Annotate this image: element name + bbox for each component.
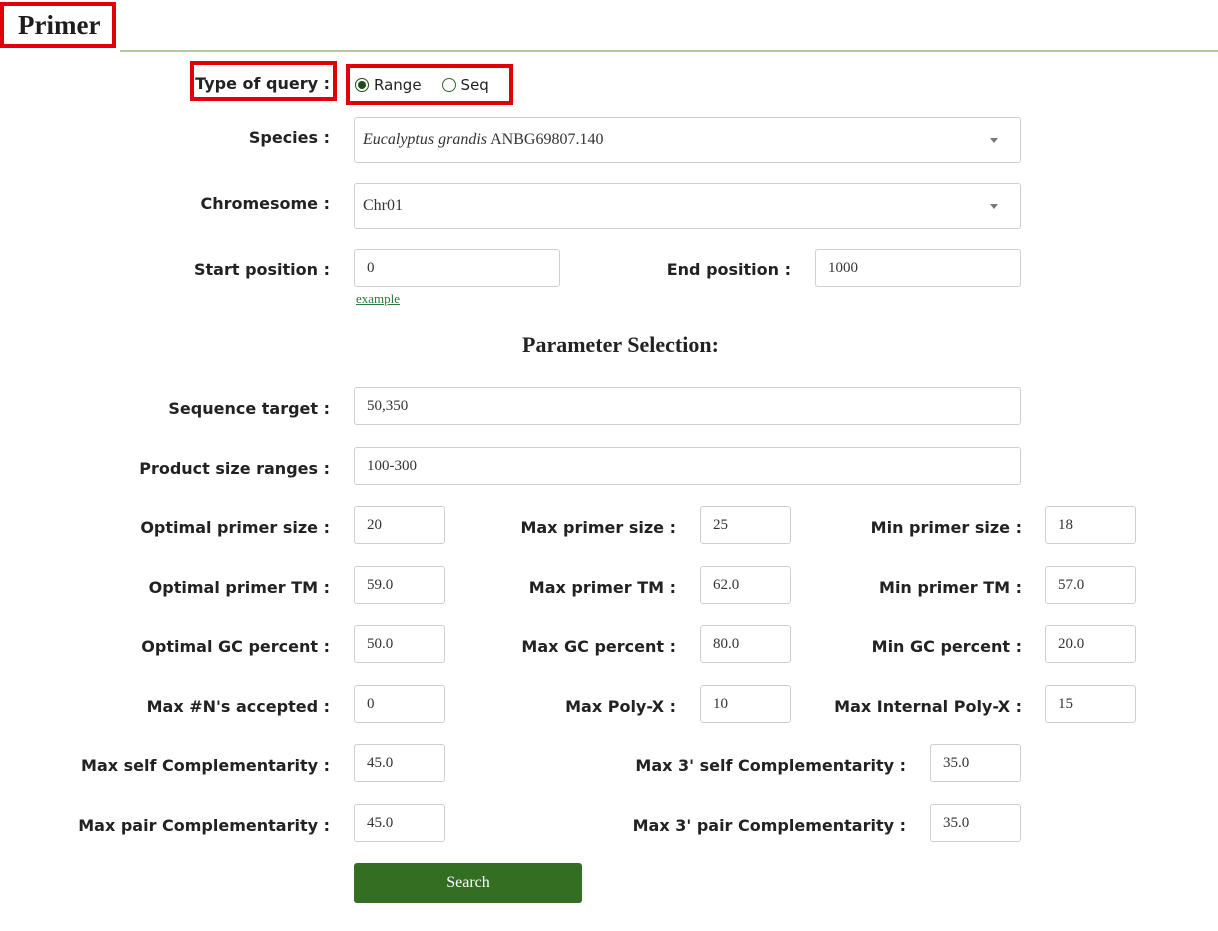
chromosome-value: Chr01 <box>363 197 403 214</box>
parameter-selection-heading: Parameter Selection: <box>522 332 719 357</box>
species-value-italic: Eucalyptus grandis <box>363 131 487 148</box>
max-primer-size-value: 25 <box>713 516 728 533</box>
product-size-input[interactable]: 100-300 <box>354 447 1021 485</box>
end-position-value: 1000 <box>828 259 858 276</box>
start-position-input[interactable]: 0 <box>354 249 560 287</box>
radio-unchecked-icon[interactable] <box>441 78 456 92</box>
max-primer-tm-value: 62.0 <box>713 576 740 593</box>
max-gc-percent-input[interactable]: 80.0 <box>700 625 791 663</box>
min-primer-tm-label: Min primer TM : <box>879 578 1022 597</box>
max-primer-size-input[interactable]: 25 <box>700 506 791 544</box>
max-primer-size-label: Max primer size : <box>520 518 676 537</box>
radio-seq-label: Seq <box>460 76 489 94</box>
species-value-rest: ANBG69807.140 <box>490 131 604 148</box>
max-pair-complementarity-label: Max pair Complementarity : <box>78 816 330 835</box>
optimal-primer-size-input[interactable]: 20 <box>354 506 445 544</box>
max-3-pair-complementarity-value: 35.0 <box>943 814 970 831</box>
product-size-label: Product size ranges : <box>139 459 330 478</box>
max-3-pair-complementarity-label: Max 3' pair Complementarity : <box>632 816 906 835</box>
optimal-gc-percent-label: Optimal GC percent : <box>141 637 330 656</box>
max-poly-x-label: Max Poly-X : <box>565 697 676 716</box>
max-3-self-complementarity-value: 35.0 <box>943 754 970 771</box>
sequence-target-input[interactable]: 50,350 <box>354 387 1021 425</box>
max-poly-x-input[interactable]: 10 <box>700 685 791 723</box>
query-type-radio-group: Range Seq <box>355 76 489 94</box>
max-3-self-complementarity-label: Max 3' self Complementarity : <box>635 756 906 775</box>
min-gc-percent-value: 20.0 <box>1058 635 1085 652</box>
min-primer-tm-input[interactable]: 57.0 <box>1045 566 1136 604</box>
max-pair-complementarity-input[interactable]: 45.0 <box>354 804 445 842</box>
chevron-down-icon <box>990 203 998 209</box>
radio-range-label: Range <box>374 76 422 94</box>
sequence-target-value: 50,350 <box>367 397 409 414</box>
optimal-primer-tm-input[interactable]: 59.0 <box>354 566 445 604</box>
max-internal-poly-x-label: Max Internal Poly-X : <box>834 697 1022 716</box>
species-value: Eucalyptus grandis ANBG69807.140 <box>363 131 603 149</box>
optimal-primer-tm-label: Optimal primer TM : <box>148 578 330 597</box>
radio-range[interactable]: Range <box>355 76 422 94</box>
optimal-gc-percent-input[interactable]: 50.0 <box>354 625 445 663</box>
chevron-down-icon <box>990 137 998 143</box>
start-position-label: Start position : <box>193 260 330 279</box>
product-size-value: 100-300 <box>367 457 417 474</box>
max-gc-percent-label: Max GC percent : <box>521 637 676 656</box>
max-primer-tm-label: Max primer TM : <box>528 578 676 597</box>
max-poly-x-value: 10 <box>713 695 728 712</box>
example-link[interactable]: example <box>356 291 400 307</box>
search-button[interactable]: Search <box>354 863 582 903</box>
optimal-primer-size-value: 20 <box>367 516 382 533</box>
max-internal-poly-x-input[interactable]: 15 <box>1045 685 1136 723</box>
max-primer-tm-input[interactable]: 62.0 <box>700 566 791 604</box>
max-ns-accepted-input[interactable]: 0 <box>354 685 445 723</box>
max-internal-poly-x-value: 15 <box>1058 695 1073 712</box>
min-primer-size-label: Min primer size : <box>870 518 1022 537</box>
species-select[interactable]: Eucalyptus grandis ANBG69807.140 <box>354 117 1021 163</box>
min-gc-percent-input[interactable]: 20.0 <box>1045 625 1136 663</box>
sequence-target-label: Sequence target : <box>168 399 330 418</box>
max-ns-accepted-label: Max #N's accepted : <box>146 697 330 716</box>
chromosome-select[interactable]: Chr01 <box>354 183 1021 229</box>
max-self-complementarity-label: Max self Complementarity : <box>81 756 330 775</box>
max-ns-accepted-value: 0 <box>367 695 375 712</box>
optimal-primer-size-label: Optimal primer size : <box>140 518 330 537</box>
max-self-complementarity-value: 45.0 <box>367 754 394 771</box>
min-primer-size-value: 18 <box>1058 516 1073 533</box>
start-position-value: 0 <box>367 259 375 276</box>
end-position-input[interactable]: 1000 <box>815 249 1021 287</box>
radio-seq[interactable]: Seq <box>441 76 489 94</box>
max-pair-complementarity-value: 45.0 <box>367 814 394 831</box>
optimal-gc-percent-value: 50.0 <box>367 635 394 652</box>
page-title: Primer <box>18 10 101 40</box>
max-self-complementarity-input[interactable]: 45.0 <box>354 744 445 782</box>
header-divider <box>120 50 1218 52</box>
end-position-label: End position : <box>666 260 791 279</box>
max-gc-percent-value: 80.0 <box>713 635 740 652</box>
optimal-primer-tm-value: 59.0 <box>367 576 394 593</box>
max-3-self-complementarity-input[interactable]: 35.0 <box>930 744 1021 782</box>
min-primer-tm-value: 57.0 <box>1058 576 1085 593</box>
radio-checked-icon[interactable] <box>355 78 369 92</box>
min-primer-size-input[interactable]: 18 <box>1045 506 1136 544</box>
max-3-pair-complementarity-input[interactable]: 35.0 <box>930 804 1021 842</box>
type-of-query-label: Type of query : <box>195 74 330 93</box>
min-gc-percent-label: Min GC percent : <box>871 637 1022 656</box>
chromosome-label: Chromesome : <box>200 194 330 213</box>
species-label: Species : <box>248 128 330 147</box>
